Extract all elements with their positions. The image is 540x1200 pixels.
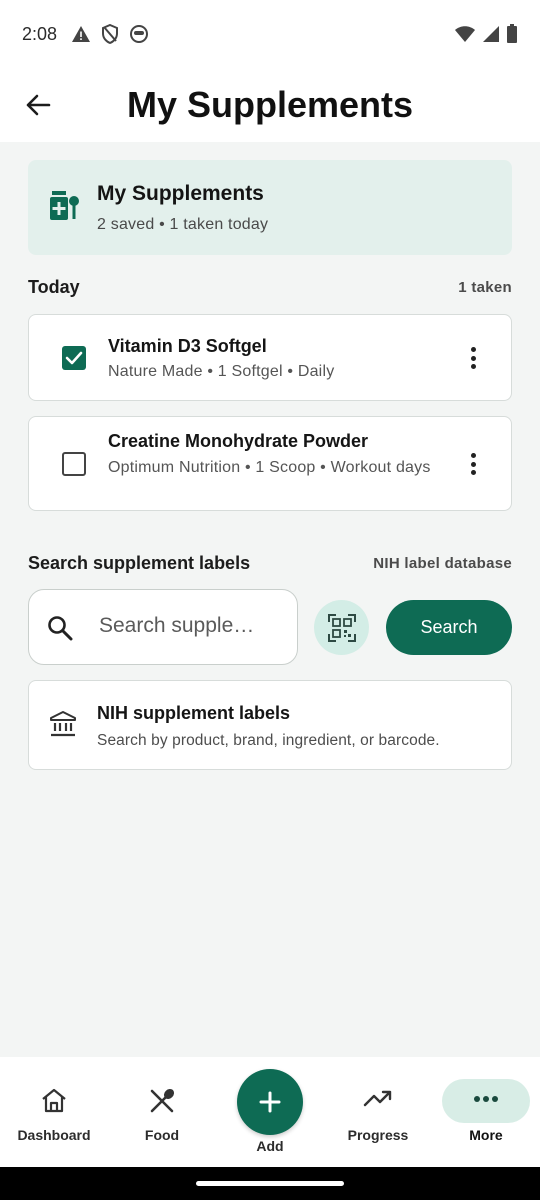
today-title: Today <box>28 277 80 297</box>
wifi-icon <box>455 26 475 42</box>
today-count: 1 taken <box>458 279 512 296</box>
nav-label: Dashboard <box>17 1127 91 1143</box>
home-gesture-handle[interactable] <box>196 1181 344 1186</box>
more-horizontal-icon <box>474 1096 498 1102</box>
battery-icon <box>507 24 517 43</box>
search-field[interactable] <box>28 589 298 665</box>
status-bar: 2:08 <box>0 0 540 68</box>
supplement-card[interactable]: Creatine Monohydrate Powder Optimum Nutr… <box>28 416 512 511</box>
utensils-icon <box>150 1088 175 1113</box>
summary-card: My Supplements 2 saved • 1 taken today <box>28 160 512 255</box>
signal-icon <box>483 26 499 42</box>
shield-icon <box>102 24 119 44</box>
home-icon <box>42 1088 66 1113</box>
add-button[interactable] <box>237 1069 303 1135</box>
search-source-label: NIH label database <box>373 555 512 572</box>
taken-checkbox[interactable] <box>62 452 86 476</box>
search-button[interactable]: Search <box>386 600 512 655</box>
trending-up-icon <box>363 1090 392 1107</box>
check-icon <box>65 351 83 365</box>
status-system-icons <box>454 24 518 44</box>
status-notification-icons <box>71 24 149 44</box>
warning-icon <box>72 26 91 42</box>
supplement-name: Creatine Monohydrate Powder <box>108 431 369 451</box>
search-section-title: Search supplement labels <box>28 553 251 573</box>
summary-subtitle: 2 saved • 1 taken today <box>97 216 269 233</box>
nav-dashboard[interactable]: Dashboard <box>0 1057 108 1167</box>
search-input[interactable] <box>99 614 279 638</box>
barcode-scan-button[interactable] <box>314 600 369 655</box>
qr-scan-icon <box>327 613 356 642</box>
nav-food[interactable]: Food <box>108 1057 216 1167</box>
nav-label: Progress <box>347 1127 409 1143</box>
supplement-detail: Optimum Nutrition • 1 Scoop • Workout da… <box>108 459 431 476</box>
today-section-header: Today 1 taken <box>28 277 512 298</box>
face-icon <box>130 25 149 43</box>
supplement-detail: Nature Made • 1 Softgel • Daily <box>108 363 335 380</box>
more-vertical-icon[interactable] <box>461 449 485 479</box>
nav-label: More <box>469 1127 503 1143</box>
plus-icon <box>259 1091 281 1113</box>
search-section-header: Search supplement labels NIH label datab… <box>28 553 512 574</box>
bottom-navigation: Dashboard Food Add Progress More <box>0 1057 540 1167</box>
nav-label: Food <box>144 1127 180 1143</box>
summary-title: My Supplements <box>97 182 264 205</box>
app-bar: My Supplements <box>0 68 540 142</box>
page-title: My Supplements <box>126 84 414 125</box>
nih-card-title: NIH supplement labels <box>97 703 291 723</box>
nih-labels-card[interactable]: NIH supplement labels Search by product,… <box>28 680 512 770</box>
search-icon <box>48 616 73 641</box>
supplement-card[interactable]: Vitamin D3 Softgel Nature Made • 1 Softg… <box>28 314 512 401</box>
nih-card-subtitle: Search by product, brand, ingredient, or… <box>97 732 440 749</box>
more-vertical-icon[interactable] <box>461 343 485 373</box>
gesture-navigation-bar <box>0 1167 540 1200</box>
medication-icon <box>50 191 79 220</box>
nav-progress[interactable]: Progress <box>324 1057 432 1167</box>
status-time: 2:08 <box>22 23 58 44</box>
nav-more[interactable]: More <box>432 1057 540 1167</box>
nav-label: Add <box>256 1138 284 1154</box>
taken-checkbox[interactable] <box>62 346 86 370</box>
institution-icon <box>50 711 76 737</box>
supplement-name: Vitamin D3 Softgel <box>108 336 267 356</box>
